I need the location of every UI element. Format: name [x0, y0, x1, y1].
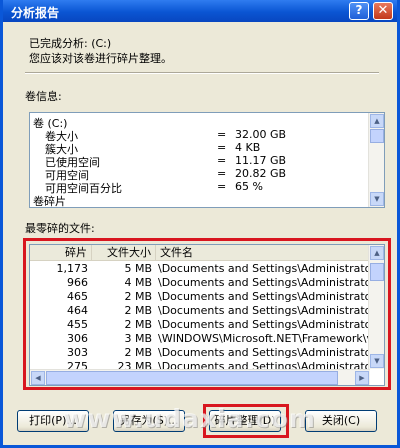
recommendation-text: 您应该对该卷进行碎片整理。: [29, 52, 172, 65]
scroll-down-arrow-icon[interactable]: ▼: [370, 192, 384, 206]
volume-row-eq: =: [217, 167, 227, 180]
volume-row-eq: =: [217, 180, 227, 193]
analysis-report-dialog: 分析报告 ? ✕ 已完成分析: (C:) 您应该对该卷进行碎片整理。 卷信息: …: [0, 0, 400, 448]
watermark: www.udaxia.com: [63, 404, 316, 433]
volume-row-value: 65 %: [235, 180, 263, 193]
volume-row-eq: =: [217, 154, 227, 167]
most-fragmented-files-label: 最零碎的文件:: [25, 222, 95, 235]
divider: [25, 72, 379, 74]
volume-row-eq: =: [217, 128, 227, 141]
volume-info-box[interactable]: 卷 (C:) 卷大小 = 32.00 GB 簇大小 = 4 KB 已使用空间 =…: [29, 112, 385, 208]
volume-info-scrollbar[interactable]: ▲ ▼: [368, 113, 384, 207]
help-button[interactable]: ?: [349, 2, 369, 20]
volume-row-value: 20.82 GB: [235, 167, 287, 180]
window-title: 分析报告: [11, 6, 60, 20]
volume-row-eq: =: [217, 141, 227, 154]
title-bar[interactable]: 分析报告 ? ✕: [3, 0, 397, 22]
volume-row-value: 11.17 GB: [235, 154, 287, 167]
volume-row-value: 32.00 GB: [235, 128, 287, 141]
scroll-up-arrow-icon[interactable]: ▲: [370, 114, 384, 128]
highlight-frame: [23, 238, 391, 390]
volume-fragments-text: 卷碎片: [33, 195, 66, 208]
close-window-button[interactable]: ✕: [373, 2, 393, 20]
volume-info-label: 卷信息:: [25, 90, 62, 103]
analysis-complete-text: 已完成分析: (C:): [29, 37, 112, 50]
volume-row-value: 4 KB: [235, 141, 261, 154]
scroll-thumb[interactable]: [370, 129, 384, 143]
